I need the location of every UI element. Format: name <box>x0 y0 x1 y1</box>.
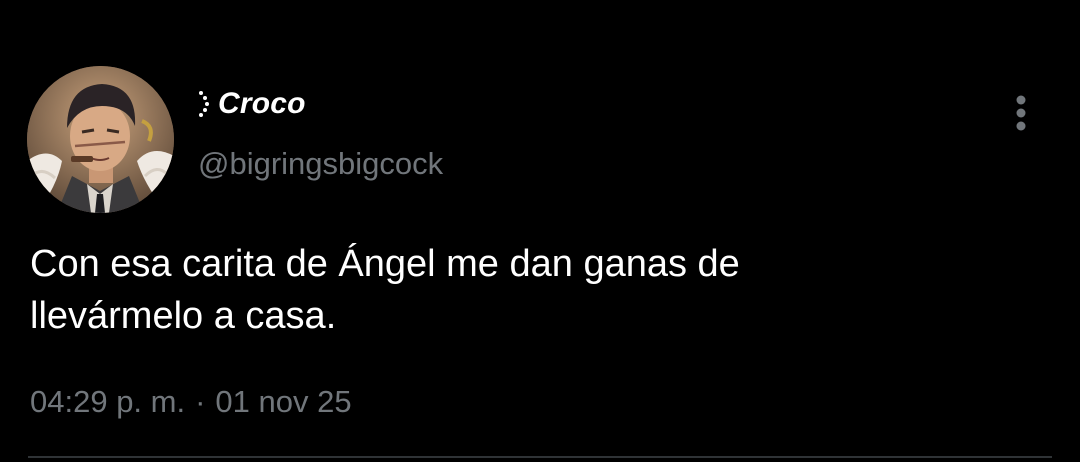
tweet-card: Croco @bigringsbigcock Con esa carita de… <box>0 0 1080 462</box>
divider <box>28 456 1052 458</box>
author-avatar[interactable] <box>27 66 174 213</box>
tweet-date[interactable]: 01 nov 25 <box>215 384 351 420</box>
meta-separator: · <box>195 384 206 419</box>
dotted-bracket-icon <box>196 89 212 119</box>
tweet-body-text: Con esa carita de Ángel me dan ganas de … <box>30 243 740 337</box>
more-vertical-icon <box>1016 95 1026 131</box>
more-options-button[interactable] <box>1004 92 1038 136</box>
tweet-timestamp[interactable]: 04:29 p. m. · 01 nov 25 <box>30 384 352 420</box>
author-handle[interactable]: @bigringsbigcock <box>198 146 443 182</box>
anime-character-avatar-icon <box>27 66 174 213</box>
author-name-row[interactable]: Croco <box>196 84 306 124</box>
author-display-name[interactable]: Croco <box>218 87 306 121</box>
tweet-time[interactable]: 04:29 p. m. <box>30 384 185 420</box>
